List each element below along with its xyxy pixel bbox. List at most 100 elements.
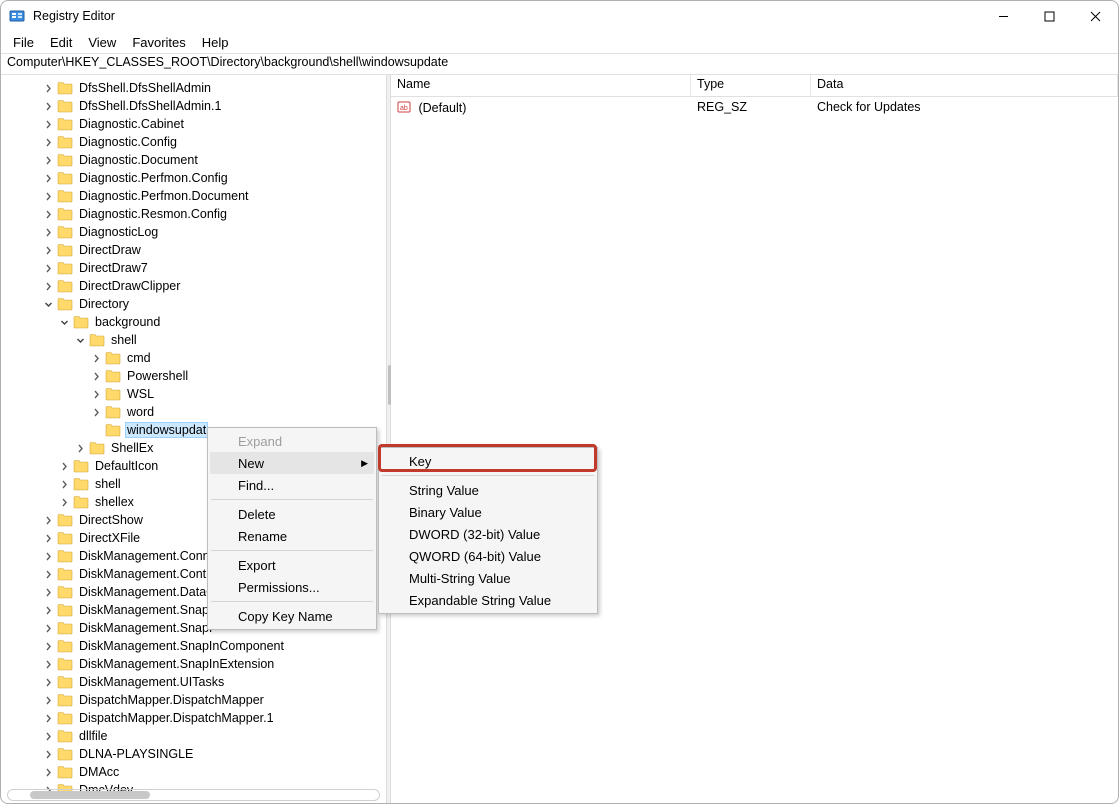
maximize-button[interactable] [1026,1,1072,31]
tree-item-dfsshell-dfsshelladmin[interactable]: DfsShell.DfsShellAdmin [41,79,386,97]
tree-label: DirectDraw [77,243,143,257]
tree-item-dfsshell-dfsshelladmin-1[interactable]: DfsShell.DfsShellAdmin.1 [41,97,386,115]
expand-toggle[interactable] [41,549,55,563]
expand-toggle[interactable] [41,243,55,257]
expand-toggle[interactable] [57,477,71,491]
tree-item-background[interactable]: background [57,313,386,331]
sub-multistring[interactable]: Multi-String Value [381,567,595,589]
folder-icon [73,459,89,473]
tree-label: DiskManagement.UITasks [77,675,226,689]
expand-toggle[interactable] [41,261,55,275]
tree-item-diagnostic-cabinet[interactable]: Diagnostic.Cabinet [41,115,386,133]
col-header-type[interactable]: Type [691,75,811,96]
expand-toggle[interactable] [41,153,55,167]
expand-toggle[interactable] [41,747,55,761]
tree-item-diagnostic-document[interactable]: Diagnostic.Document [41,151,386,169]
tree-item-diskmanagement-uitasks[interactable]: DiskManagement.UITasks [41,673,386,691]
col-header-name[interactable]: Name [391,75,691,96]
expand-toggle[interactable] [41,279,55,293]
tree-item-directory[interactable]: Directory [41,295,386,313]
sub-string[interactable]: String Value [381,479,595,501]
sub-dword[interactable]: DWORD (32-bit) Value [381,523,595,545]
tree-item-diagnosticlog[interactable]: DiagnosticLog [41,223,386,241]
value-row[interactable]: ab (Default) REG_SZ Check for Updates [391,97,1118,117]
expand-toggle[interactable] [89,405,103,419]
expand-toggle[interactable] [41,531,55,545]
horizontal-scrollbar[interactable] [7,789,380,801]
tree-item-directdraw7[interactable]: DirectDraw7 [41,259,386,277]
expand-toggle[interactable] [41,135,55,149]
minimize-button[interactable] [980,1,1026,31]
tree-item-diskmanagement-snapincomponent[interactable]: DiskManagement.SnapInComponent [41,637,386,655]
expand-toggle[interactable] [41,765,55,779]
folder-icon [73,477,89,491]
expand-toggle[interactable] [41,657,55,671]
tree-item-diagnostic-resmon-config[interactable]: Diagnostic.Resmon.Config [41,205,386,223]
expand-toggle[interactable] [41,693,55,707]
expand-toggle[interactable] [41,513,55,527]
expand-toggle[interactable] [41,621,55,635]
tree-item-dispatchmapper-dispatchmapper[interactable]: DispatchMapper.DispatchMapper [41,691,386,709]
tree-item-powershell[interactable]: Powershell [89,367,386,385]
expand-toggle[interactable] [41,675,55,689]
expand-toggle[interactable] [41,81,55,95]
expand-toggle[interactable] [41,567,55,581]
tree-item-diagnostic-config[interactable]: Diagnostic.Config [41,133,386,151]
tree-item-dispatchmapper-dispatchmapper-1[interactable]: DispatchMapper.DispatchMapper.1 [41,709,386,727]
expand-toggle[interactable] [73,441,87,455]
tree-item-dmacc[interactable]: DMAcc [41,763,386,781]
folder-icon [73,315,89,329]
ctx-new[interactable]: New▶ [210,452,374,474]
expand-toggle[interactable] [41,603,55,617]
expand-toggle[interactable] [41,297,55,311]
menu-edit[interactable]: Edit [42,33,80,52]
address-bar[interactable]: Computer\HKEY_CLASSES_ROOT\Directory\bac… [1,53,1118,75]
tree-label: DispatchMapper.DispatchMapper [77,693,266,707]
ctx-export[interactable]: Export [210,554,374,576]
expand-toggle[interactable] [73,333,87,347]
expand-toggle[interactable] [89,369,103,383]
tree-item-diagnostic-perfmon-config[interactable]: Diagnostic.Perfmon.Config [41,169,386,187]
tree-item-directdrawclipper[interactable]: DirectDrawClipper [41,277,386,295]
tree-item-wsl[interactable]: WSL [89,385,386,403]
splitter[interactable] [386,75,391,803]
expand-toggle[interactable] [41,729,55,743]
expand-toggle[interactable] [89,351,103,365]
ctx-find[interactable]: Find... [210,474,374,496]
expand-toggle[interactable] [57,495,71,509]
col-header-data[interactable]: Data [811,75,1118,96]
sub-qword[interactable]: QWORD (64-bit) Value [381,545,595,567]
menu-view[interactable]: View [80,33,124,52]
close-button[interactable] [1072,1,1118,31]
folder-icon [57,261,73,275]
menu-favorites[interactable]: Favorites [124,33,193,52]
sub-binary[interactable]: Binary Value [381,501,595,523]
tree-item-diskmanagement-snapinextension[interactable]: DiskManagement.SnapInExtension [41,655,386,673]
menu-help[interactable]: Help [194,33,237,52]
ctx-rename[interactable]: Rename [210,525,374,547]
ctx-delete[interactable]: Delete [210,503,374,525]
tree-item-directdraw[interactable]: DirectDraw [41,241,386,259]
tree-item-word[interactable]: word [89,403,386,421]
expand-toggle[interactable] [41,99,55,113]
tree-item-dllfile[interactable]: dllfile [41,727,386,745]
expand-toggle[interactable] [89,387,103,401]
ctx-permissions[interactable]: Permissions... [210,576,374,598]
tree-item-cmd[interactable]: cmd [89,349,386,367]
expand-toggle[interactable] [41,189,55,203]
ctx-copy-key-name[interactable]: Copy Key Name [210,605,374,627]
tree-item-dlna-playsingle[interactable]: DLNA-PLAYSINGLE [41,745,386,763]
expand-toggle[interactable] [41,225,55,239]
tree-item-diagnostic-perfmon-document[interactable]: Diagnostic.Perfmon.Document [41,187,386,205]
expand-toggle[interactable] [57,315,71,329]
menu-file[interactable]: File [5,33,42,52]
expand-toggle[interactable] [57,459,71,473]
tree-item-shell[interactable]: shell [73,331,386,349]
expand-toggle[interactable] [41,207,55,221]
expand-toggle[interactable] [41,171,55,185]
expand-toggle[interactable] [41,639,55,653]
sub-expandable[interactable]: Expandable String Value [381,589,595,611]
expand-toggle[interactable] [41,711,55,725]
expand-toggle[interactable] [41,117,55,131]
expand-toggle[interactable] [41,585,55,599]
